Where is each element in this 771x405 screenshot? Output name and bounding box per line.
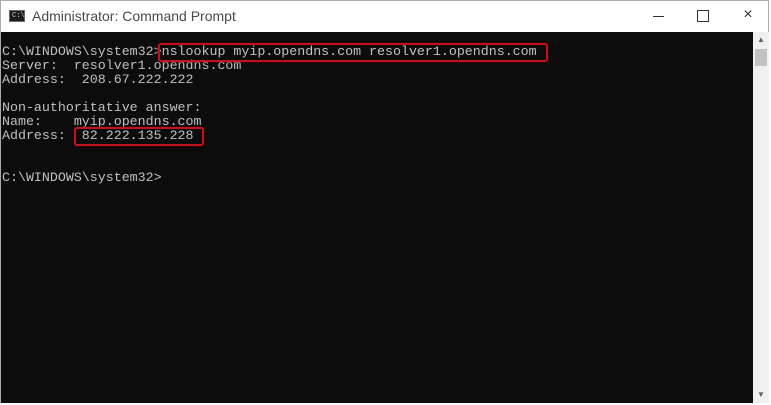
vertical-scrollbar[interactable]: ▲ ▼ (753, 32, 769, 403)
command-prompt-window: C:\ Administrator: Command Prompt × C:\W… (0, 0, 769, 403)
scroll-thumb[interactable] (755, 49, 767, 66)
command-prompt-icon[interactable]: C:\ (9, 10, 25, 22)
scroll-up-icon[interactable]: ▲ (753, 32, 769, 48)
close-button[interactable]: × (725, 1, 771, 32)
scroll-down-icon[interactable]: ▼ (753, 387, 769, 403)
minimize-icon (653, 16, 664, 17)
app-icon-glyph: C:\ (12, 12, 25, 20)
answer-header-line: Non-authoritative answer: (2, 100, 202, 115)
console-output[interactable]: C:\WINDOWS\system32>nslookup myip.opendn… (1, 32, 753, 403)
minimize-button[interactable] (635, 1, 681, 32)
command-highlight-box (158, 43, 548, 62)
close-icon: × (743, 6, 753, 23)
window-title: Administrator: Command Prompt (32, 8, 236, 24)
maximize-icon (697, 10, 709, 22)
title-bar[interactable]: C:\ Administrator: Command Prompt × (1, 1, 768, 32)
prompt-line: C:\WINDOWS\system32> (2, 170, 162, 185)
ip-highlight-box (74, 127, 204, 146)
maximize-button[interactable] (680, 1, 726, 32)
server-address-line: Address: 208.67.222.222 (2, 72, 194, 87)
